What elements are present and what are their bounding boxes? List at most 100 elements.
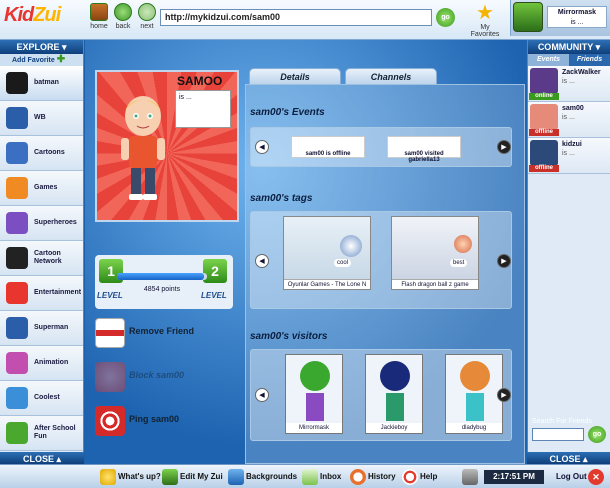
tag-sticker: best	[450, 259, 468, 267]
visitors-strip: ◀ Mirrormask Jackieboy dladybug ▶	[250, 349, 512, 441]
logout-button[interactable]: Log Out	[556, 469, 587, 485]
tab-details[interactable]: Details	[249, 68, 341, 84]
favorites-list: batman WB Cartoons Games Superheroes Cartoon …	[0, 66, 83, 451]
friend-status-text: is ...	[562, 114, 575, 121]
visitors-prev-arrow[interactable]: ◀	[255, 388, 269, 402]
visitor-card[interactable]: Jackieboy	[365, 354, 423, 434]
edit-my-zui-button[interactable]: Edit My Zui	[162, 469, 223, 485]
volume-icon[interactable]	[462, 469, 478, 485]
block-icon	[95, 362, 125, 392]
favorite-label: batman	[34, 79, 59, 86]
favorite-label: Games	[34, 184, 58, 191]
visitor-card[interactable]: Mirrormask	[285, 354, 343, 434]
level-right-badge: 2	[203, 259, 227, 283]
community-header[interactable]: COMMUNITY ▾	[528, 40, 610, 54]
remove-friend-icon	[95, 318, 125, 348]
events-strip: ◀ sam00 is offline sam00 visited gabriel…	[250, 127, 512, 167]
favorite-icon	[6, 212, 28, 234]
friend-item[interactable]: online ZackWalker is ...	[528, 66, 610, 102]
visitor-name: dladybug	[446, 423, 502, 433]
ping-button[interactable]: Ping sam00	[95, 406, 235, 438]
search-friends-input[interactable]	[532, 428, 584, 441]
home-button[interactable]: home	[86, 3, 112, 30]
events-prev-arrow[interactable]: ◀	[255, 140, 269, 154]
next-button[interactable]: next	[134, 3, 160, 30]
tab-events[interactable]: Events	[528, 54, 569, 66]
friend-avatar	[530, 140, 558, 166]
friend-item[interactable]: offline sam00 is ...	[528, 102, 610, 138]
event-item[interactable]: sam00 visited gabriella13	[387, 136, 461, 163]
back-button[interactable]: back	[110, 3, 136, 30]
help-button[interactable]: Help	[402, 469, 437, 485]
tag-thumbnail[interactable]: best Flash dragon ball z game	[391, 216, 479, 290]
level-progress-fill	[117, 273, 205, 280]
history-button[interactable]: History	[350, 469, 396, 485]
logout-close-icon[interactable]: ✕	[588, 469, 604, 485]
level-progress-bar	[117, 273, 207, 280]
my-favorites-button[interactable]: ★ My Favorites	[465, 2, 505, 38]
whats-up-button[interactable]: What's up?	[100, 469, 161, 485]
favorite-item[interactable]: batman	[0, 66, 83, 101]
tag-thumbnail[interactable]: cool Oyunlar Games - The Lone N	[283, 216, 371, 290]
explore-header[interactable]: EXPLORE ▾	[0, 40, 83, 54]
search-friends-go-button[interactable]: go	[588, 426, 606, 443]
block-button[interactable]: Block sam00	[95, 362, 235, 394]
visitor-avatar	[300, 361, 330, 391]
kidzui-logo[interactable]: KidZui	[4, 4, 61, 27]
favorite-icon	[6, 107, 28, 129]
favorite-label: Cartoon Network	[34, 250, 62, 265]
favorite-item[interactable]: Superman	[0, 311, 83, 346]
help-icon	[402, 469, 418, 485]
inbox-button[interactable]: Inbox	[302, 469, 341, 485]
community-close-button[interactable]: CLOSE ▴	[527, 452, 610, 464]
events-title: sam00's Events	[250, 107, 325, 118]
favorite-label: Superman	[34, 324, 69, 331]
favorite-item[interactable]: Entertainment	[0, 276, 83, 311]
user-status: Mirrormask is ...	[547, 6, 607, 28]
favorite-label: Animation	[34, 359, 69, 366]
url-input[interactable]: http://mykidzui.com/sam00	[160, 9, 432, 26]
favorite-item[interactable]: Cartoons	[0, 136, 83, 171]
tag-sticker: cool	[334, 259, 352, 267]
explore-close-button[interactable]: CLOSE ▴	[0, 452, 84, 464]
tags-next-arrow[interactable]: ▶	[497, 254, 511, 268]
backgrounds-button[interactable]: Backgrounds	[228, 469, 297, 485]
edit-avatar-icon	[162, 469, 178, 485]
favorite-icon	[6, 282, 28, 304]
remove-friend-button[interactable]: Remove Friend	[95, 318, 235, 350]
home-icon	[90, 3, 108, 21]
favorite-item[interactable]: After School Fun	[0, 416, 83, 451]
visitor-card[interactable]: dladybug	[445, 354, 503, 434]
user-box[interactable]: Mirrormask is ...	[510, 0, 610, 36]
explore-panel: EXPLORE ▾ Add Favorite ✚ batman WB Cartoon…	[0, 40, 84, 452]
favorite-item[interactable]: Superheroes	[0, 206, 83, 241]
favorite-item[interactable]: WB	[0, 101, 83, 136]
tab-channels[interactable]: Channels	[345, 68, 437, 84]
events-next-arrow[interactable]: ▶	[497, 140, 511, 154]
profile-status-bubble: is ...	[175, 90, 231, 128]
smiley-icon	[100, 469, 116, 485]
favorite-item[interactable]: Animation	[0, 346, 83, 381]
favorite-icon	[6, 422, 28, 444]
friend-name: ZackWalker	[562, 69, 601, 76]
back-arrow-icon	[114, 3, 132, 21]
user-avatar	[513, 2, 543, 32]
favorite-item[interactable]: Coolest	[0, 381, 83, 416]
go-button[interactable]: go	[436, 8, 455, 27]
friend-avatar	[530, 104, 558, 130]
favorite-item[interactable]: Games	[0, 171, 83, 206]
favorite-label: Entertainment	[34, 289, 82, 296]
visitors-next-arrow[interactable]: ▶	[497, 388, 511, 402]
tab-friends[interactable]: Friends	[569, 54, 610, 66]
event-item[interactable]: sam00 is offline	[291, 136, 365, 158]
visitor-name: Jackieboy	[366, 423, 422, 433]
friend-item[interactable]: offline kidzui is ...	[528, 138, 610, 174]
visitor-avatar	[380, 361, 410, 391]
favorite-icon	[6, 177, 28, 199]
profile-name: SAMOO	[177, 74, 223, 88]
tags-prev-arrow[interactable]: ◀	[255, 254, 269, 268]
add-favorite-button[interactable]: Add Favorite ✚	[0, 54, 83, 66]
favorite-item[interactable]: Cartoon Network	[0, 241, 83, 276]
favorite-icon	[6, 317, 28, 339]
friend-status-badge: offline	[529, 129, 559, 136]
